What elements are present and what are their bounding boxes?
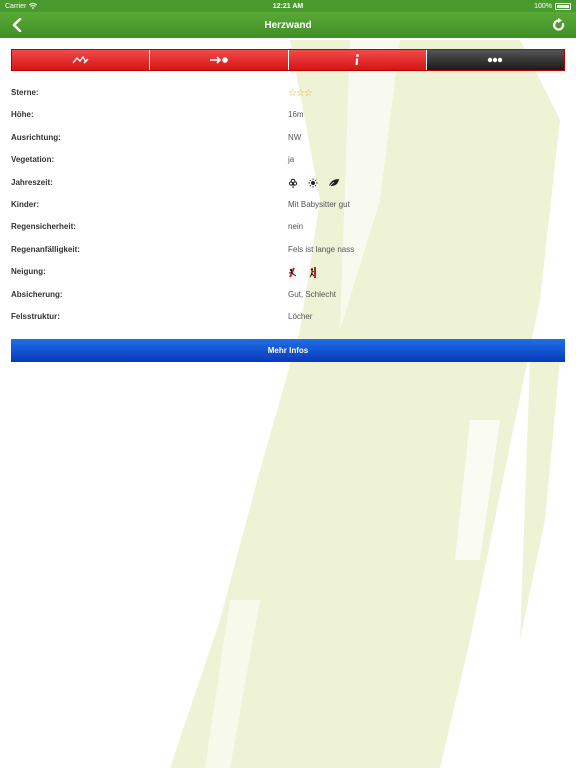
tab-routes[interactable]: [12, 50, 151, 70]
vertical-incline-icon: [309, 267, 316, 279]
battery-icon: [555, 2, 571, 10]
row-incline: Neigung:: [11, 261, 565, 283]
row-value: NW: [288, 132, 302, 142]
row-label: Regenanfälligkeit:: [11, 244, 80, 254]
row-label: Ausrichtung:: [11, 132, 61, 142]
row-vegetation: Vegetation: ja: [11, 149, 565, 171]
row-stars: Sterne: ☆☆☆: [11, 82, 565, 104]
spring-flower-icon: [288, 178, 298, 188]
row-value: [288, 178, 340, 188]
tab-bar: [11, 49, 565, 71]
row-label: Kinder:: [11, 199, 39, 209]
row-value: nein: [288, 222, 304, 232]
tab-more[interactable]: [426, 50, 564, 70]
info-icon: [355, 54, 360, 65]
autumn-leaf-icon: [328, 178, 339, 188]
row-label: Höhe:: [11, 110, 34, 120]
mountain-route-icon: [72, 55, 89, 64]
navigation-bar: Herzwand: [0, 12, 576, 38]
details-list: Sterne: ☆☆☆ Höhe: 16m Ausrichtung: NW Ve…: [11, 82, 565, 328]
row-label: Felsstruktur:: [11, 311, 60, 321]
row-rain-susceptibility: Regenanfälligkeit: Fels ist lange nass: [11, 239, 565, 261]
row-orientation: Ausrichtung: NW: [11, 127, 565, 149]
row-label: Sterne:: [11, 88, 39, 97]
back-button[interactable]: [8, 16, 26, 34]
slab-incline-icon: [288, 267, 297, 278]
row-value: Gut, Schlecht: [288, 289, 337, 299]
refresh-button[interactable]: [550, 16, 568, 34]
row-label: Absicherung:: [11, 289, 63, 299]
status-time: 12:21 AM: [272, 2, 304, 10]
row-value: ja: [288, 155, 295, 165]
row-label: Neigung:: [11, 267, 46, 277]
chevron-left-icon: [12, 18, 22, 32]
row-value: 16m: [288, 110, 304, 120]
star-rating: ☆☆☆: [288, 88, 313, 99]
tab-approach[interactable]: [150, 50, 289, 70]
row-value: ☆☆☆: [288, 88, 313, 99]
row-children: Kinder: Mit Babysitter gut: [11, 194, 565, 216]
row-value: Mit Babysitter gut: [288, 199, 350, 209]
row-season: Jahreszeit:: [11, 172, 565, 194]
row-protection: Absicherung: Gut, Schlecht: [11, 284, 565, 306]
more-info-button[interactable]: Mehr Infos: [11, 339, 565, 362]
row-rock-structure: Felsstruktur: Löcher: [11, 306, 565, 328]
row-value: [288, 267, 318, 279]
row-value: Fels ist lange nass: [288, 244, 355, 254]
status-bar: Carrier 12:21 AM 100%: [0, 0, 576, 12]
row-label: Vegetation:: [11, 155, 55, 165]
summer-sun-icon: [308, 178, 318, 188]
row-label: Jahreszeit:: [11, 177, 53, 187]
row-label: Regensicherheit:: [11, 222, 76, 232]
row-rain-safety: Regensicherheit: nein: [11, 216, 565, 238]
row-height: Höhe: 16m: [11, 104, 565, 126]
more-dots-icon: [488, 57, 503, 63]
row-value: Löcher: [288, 311, 313, 321]
approach-arrow-icon: [209, 56, 228, 64]
page-title: Herzwand: [264, 19, 312, 31]
refresh-icon: [553, 18, 565, 31]
tab-info[interactable]: [288, 50, 427, 70]
